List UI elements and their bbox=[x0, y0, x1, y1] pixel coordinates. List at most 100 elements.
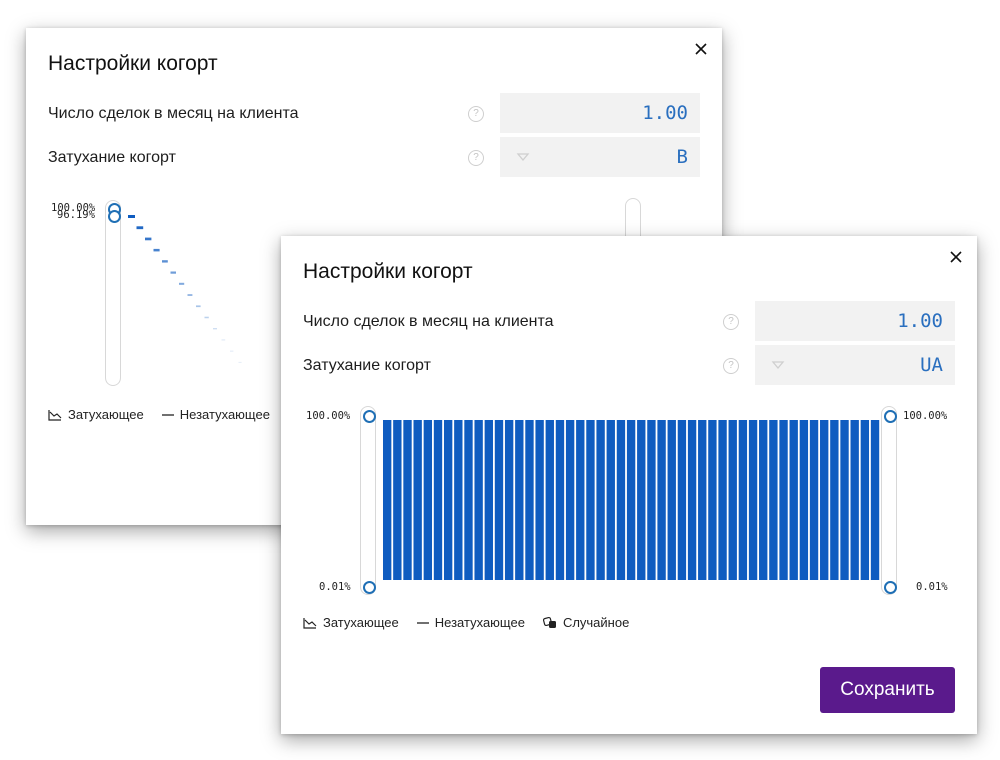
bar-6 bbox=[179, 282, 185, 285]
bar-7 bbox=[187, 294, 193, 296]
help-icon[interactable]: ? bbox=[468, 106, 484, 122]
bar-15 bbox=[535, 420, 544, 580]
bar-22 bbox=[606, 420, 615, 580]
bar-1 bbox=[393, 420, 402, 580]
left-slider-knob-top[interactable] bbox=[363, 410, 376, 423]
cohort-decay-label: Затухание когорт bbox=[303, 357, 431, 374]
help-icon[interactable]: ? bbox=[723, 314, 739, 330]
bar-17 bbox=[555, 420, 565, 580]
bar-8 bbox=[464, 420, 473, 580]
help-icon[interactable]: ? bbox=[723, 358, 739, 374]
bar-28 bbox=[667, 420, 676, 580]
cohort-decay-label: Затухание когорт bbox=[48, 149, 176, 166]
close-icon[interactable] bbox=[947, 248, 965, 266]
bar-2 bbox=[403, 420, 412, 580]
bar-4 bbox=[162, 260, 168, 263]
deals-per-month-label: Число сделок в месяц на клиента bbox=[303, 313, 554, 330]
bar-13 bbox=[515, 420, 524, 580]
bar-36 bbox=[748, 420, 758, 580]
legend-non-decaying[interactable]: Незатухающее bbox=[416, 615, 525, 630]
bar-33 bbox=[718, 420, 727, 580]
dialog-title: Настройки когорт bbox=[303, 260, 473, 283]
bar-4 bbox=[423, 420, 433, 580]
bar-1 bbox=[136, 226, 144, 230]
cohort-settings-dialog-front: Настройки когорт Число сделок в месяц на… bbox=[281, 236, 977, 734]
bar-0 bbox=[383, 420, 392, 580]
bar-10 bbox=[484, 420, 493, 580]
bar-35 bbox=[738, 420, 748, 580]
bar-48 bbox=[870, 420, 880, 580]
bar-24 bbox=[626, 420, 636, 580]
back-slider-track[interactable] bbox=[105, 200, 121, 386]
bar-6 bbox=[443, 420, 453, 580]
bar-21 bbox=[596, 420, 605, 580]
bar-10 bbox=[213, 328, 217, 330]
bar-12 bbox=[230, 350, 234, 352]
deals-per-month-field[interactable]: 1.00 bbox=[500, 93, 700, 133]
bar-46 bbox=[850, 420, 859, 580]
legend-non-decaying[interactable]: Незатухающее bbox=[161, 407, 270, 422]
bar-5 bbox=[170, 271, 176, 274]
bar-9 bbox=[204, 316, 209, 319]
bar-27 bbox=[657, 420, 666, 580]
bar-16 bbox=[545, 420, 554, 580]
bar-13 bbox=[238, 361, 242, 363]
bar-31 bbox=[698, 420, 707, 580]
bar-34 bbox=[728, 420, 737, 580]
save-button[interactable]: Сохранить bbox=[820, 667, 955, 713]
bar-8 bbox=[196, 305, 201, 308]
legend-decaying[interactable]: Затухающее bbox=[48, 407, 144, 422]
dialog-title: Настройки когорт bbox=[48, 52, 218, 75]
legend-non-decaying-label: Незатухающее bbox=[434, 615, 525, 630]
deals-per-month-value: 1.00 bbox=[642, 102, 688, 124]
back-legend: Затухающее Незатухающее bbox=[48, 407, 270, 422]
close-icon[interactable] bbox=[692, 40, 710, 58]
bar-40 bbox=[789, 420, 798, 580]
bar-3 bbox=[153, 248, 160, 252]
bar-45 bbox=[840, 420, 849, 580]
bar-9 bbox=[474, 420, 483, 580]
left-slider-knob-bottom[interactable] bbox=[363, 581, 376, 594]
left-slider-track[interactable] bbox=[360, 406, 376, 595]
bar-25 bbox=[637, 420, 646, 580]
legend-decaying[interactable]: Затухающее bbox=[303, 615, 399, 630]
bar-41 bbox=[799, 420, 809, 580]
cohort-decay-select[interactable]: UA bbox=[755, 345, 955, 385]
pct-left-bottom: 0.01% bbox=[319, 581, 351, 593]
back-slider-knob-second[interactable] bbox=[108, 210, 121, 223]
bar-2 bbox=[145, 237, 152, 241]
legend-decaying-label: Затухающее bbox=[68, 407, 144, 422]
bar-43 bbox=[820, 420, 829, 580]
bar-12 bbox=[504, 420, 514, 580]
legend-random-label: Случайное bbox=[562, 615, 630, 630]
pct-right-bottom: 0.01% bbox=[916, 581, 948, 593]
caret-down-icon bbox=[516, 153, 530, 162]
right-slider-track[interactable] bbox=[881, 406, 897, 595]
flat-line-icon bbox=[416, 621, 429, 624]
decaying-chart-icon bbox=[303, 617, 317, 629]
dice-icon bbox=[542, 616, 556, 628]
legend-non-decaying-label: Незатухающее bbox=[179, 407, 270, 422]
bar-20 bbox=[586, 420, 595, 580]
bar-11 bbox=[221, 339, 226, 341]
bar-37 bbox=[759, 420, 768, 580]
right-slider-knob-top[interactable] bbox=[884, 410, 897, 423]
bar-39 bbox=[779, 420, 788, 580]
bar-11 bbox=[494, 420, 504, 580]
bar-14 bbox=[525, 420, 534, 580]
bar-0 bbox=[128, 215, 135, 218]
bar-5 bbox=[433, 420, 443, 580]
bar-3 bbox=[413, 420, 422, 580]
pct-right-top: 100.00% bbox=[903, 410, 948, 422]
help-icon[interactable]: ? bbox=[468, 150, 484, 166]
legend-random[interactable]: Случайное bbox=[542, 615, 630, 630]
bar-7 bbox=[454, 420, 463, 580]
deals-per-month-label: Число сделок в месяц на клиента bbox=[48, 105, 299, 122]
bar-23 bbox=[616, 420, 626, 580]
bar-26 bbox=[647, 420, 656, 580]
right-slider-knob-bottom[interactable] bbox=[884, 581, 897, 594]
deals-per-month-field[interactable]: 1.00 bbox=[755, 301, 955, 341]
bar-47 bbox=[860, 420, 870, 580]
bar-38 bbox=[769, 420, 778, 580]
cohort-decay-select[interactable]: B bbox=[500, 137, 700, 177]
